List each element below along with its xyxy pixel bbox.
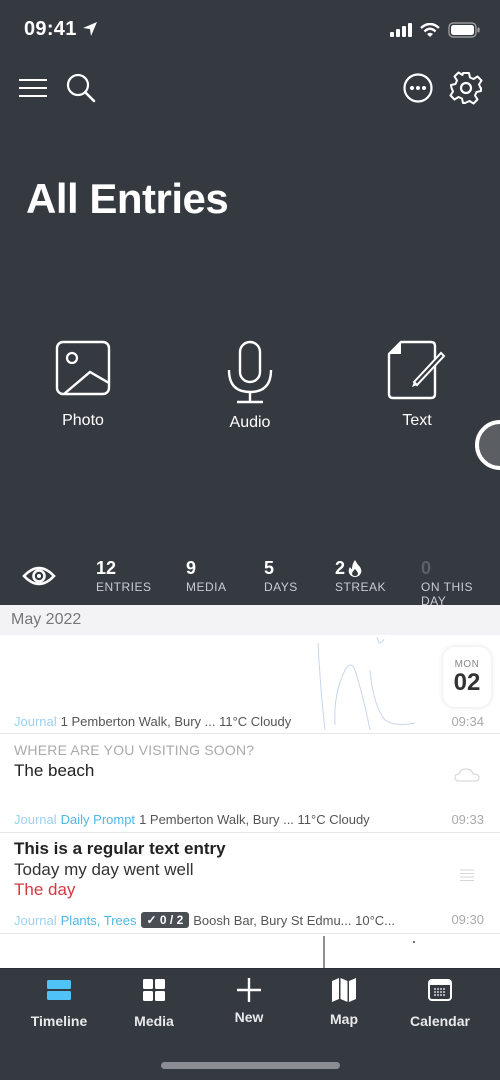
entry-journal[interactable]: Journal (14, 812, 57, 827)
entry-location-weather: Boosh Bar, Bury St Edmu... 10°C... (193, 912, 396, 928)
grid-icon (143, 979, 165, 1001)
timeline-entry[interactable] (0, 934, 500, 968)
stat-on-this-day[interactable]: 0 ON THIS DAY (421, 558, 500, 608)
tab-label: Media (134, 1013, 174, 1029)
quick-action-label: Audio (229, 414, 271, 431)
tab-map[interactable]: Map (294, 977, 394, 1027)
search-icon[interactable] (63, 70, 99, 106)
status-time: 09:41 (24, 18, 77, 40)
stat-value: 12 (96, 558, 117, 578)
drawing-thumbnail (323, 936, 415, 968)
tab-timeline[interactable]: Timeline (9, 977, 109, 1029)
month-header: May 2022 (0, 605, 500, 635)
stat-caption: ENTRIES (96, 580, 152, 594)
timeline-icon (47, 980, 71, 1000)
calendar-icon (428, 979, 452, 1001)
date-badge: MON 02 (443, 647, 491, 707)
stat-entries[interactable]: 12 ENTRIES (96, 558, 152, 594)
stat-media[interactable]: 9 MEDIA (186, 558, 227, 594)
entry-time: 09:33 (451, 812, 484, 827)
status-bar: 09:41 (0, 0, 500, 60)
flame-icon (348, 560, 362, 577)
quick-action-audio[interactable]: Audio (195, 340, 305, 432)
prompt-answer: The beach (14, 761, 95, 780)
drawing-thumbnail (317, 636, 416, 731)
stat-streak[interactable]: 2 STREAK (335, 558, 386, 594)
wifi-icon (420, 22, 440, 42)
entry-meta: Journal Daily Prompt 1 Pemberton Walk, B… (14, 812, 370, 827)
tab-calendar[interactable]: Calendar (390, 977, 490, 1029)
tab-label: Map (330, 1011, 358, 1027)
cellular-signal-icon (390, 23, 412, 42)
date-day: 02 (453, 669, 481, 696)
more-options-icon[interactable] (400, 70, 436, 106)
stats-bar: 12 ENTRIES 9 MEDIA 5 DAYS 2 STREAK 0 ON … (0, 555, 500, 608)
tab-new[interactable]: New (199, 977, 299, 1025)
timeline-list[interactable]: May 2022 MON 02 Journal 1 Pemberton Walk… (0, 605, 500, 968)
tab-label: New (234, 1009, 264, 1025)
stat-caption: DAYS (264, 580, 298, 594)
entry-time: 09:34 (451, 714, 484, 729)
cloud-icon (454, 768, 480, 782)
battery-icon (448, 22, 480, 43)
page-title: All Entries (26, 175, 229, 222)
entry-body: Today my day went well (14, 860, 194, 879)
stat-value: 0 (421, 558, 432, 578)
map-icon (332, 978, 356, 1002)
plus-icon (237, 978, 261, 1002)
gear-icon[interactable] (448, 70, 484, 106)
stat-caption: ON THIS DAY (421, 580, 473, 608)
entry-meta: Journal 1 Pemberton Walk, Bury ... 11°C … (14, 714, 291, 729)
entry-journal[interactable]: Journal (14, 714, 57, 729)
entry-location-weather: 1 Pemberton Walk, Bury ... 11°C Cloudy (139, 812, 370, 827)
quick-action-photo[interactable]: Photo (28, 340, 138, 430)
timeline-entry[interactable]: WHERE ARE YOU VISITING SOON? The beach J… (0, 734, 500, 833)
quick-action-label: Photo (62, 412, 104, 429)
entry-highlight: The day (14, 880, 76, 899)
tab-label: Calendar (410, 1013, 470, 1029)
tab-media[interactable]: Media (104, 977, 204, 1029)
stat-value: 5 (264, 558, 275, 578)
tab-label: Timeline (30, 1013, 88, 1029)
prompt-question: WHERE ARE YOU VISITING SOON? (14, 742, 255, 758)
home-indicator[interactable] (161, 1062, 340, 1069)
timeline-entry[interactable]: MON 02 Journal 1 Pemberton Walk, Bury ..… (0, 635, 500, 734)
stat-value: 9 (186, 558, 197, 578)
entry-title: This is a regular text entry (14, 839, 226, 858)
entry-meta: Journal Plants, Trees ✓ 0 / 2 Boosh Bar,… (14, 912, 395, 928)
entry-location-weather: 1 Pemberton Walk, Bury ... 11°C Cloudy (60, 714, 292, 729)
floating-action-button[interactable] (475, 420, 500, 470)
text-edit-icon (387, 340, 446, 400)
app-screen: 09:41 All Entries Photo Audio Text 12 EN… (0, 0, 500, 1080)
timeline-entry[interactable]: This is a regular text entry Today my da… (0, 833, 500, 934)
quick-action-label: Text (402, 412, 432, 429)
photo-icon (55, 340, 111, 396)
hamburger-menu-icon[interactable] (15, 70, 51, 106)
stat-value: 2 (335, 558, 346, 578)
eye-icon[interactable] (22, 563, 56, 594)
microphone-icon (227, 340, 273, 404)
stat-caption: STREAK (335, 580, 387, 594)
stat-caption: MEDIA (186, 580, 227, 594)
checklist-badge: ✓ 0 / 2 (140, 912, 190, 928)
entry-tags[interactable]: Daily Prompt (61, 812, 135, 827)
text-lines-icon (460, 869, 474, 881)
entry-journal[interactable]: Journal (14, 913, 57, 928)
entry-time: 09:30 (451, 912, 484, 927)
entry-tags[interactable]: Plants, Trees (61, 913, 137, 928)
location-arrow-icon (82, 21, 98, 42)
quick-action-text[interactable]: Text (362, 340, 472, 430)
stat-days[interactable]: 5 DAYS (264, 558, 298, 594)
